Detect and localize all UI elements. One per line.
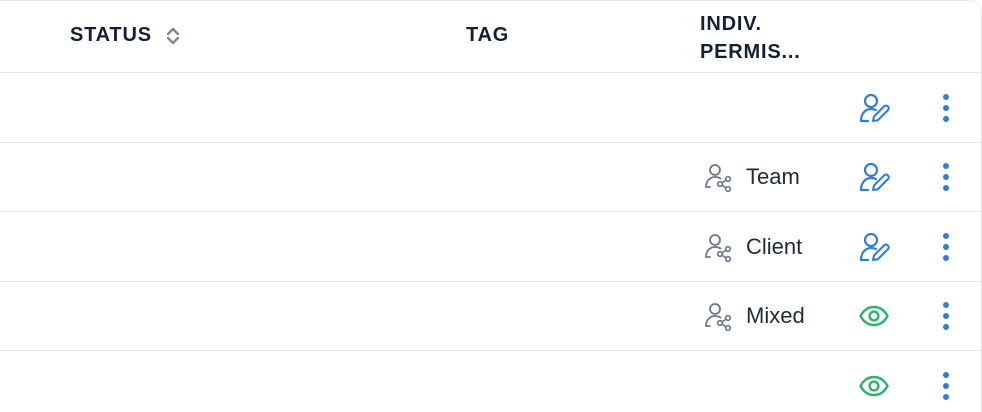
table-row: Mixed — [0, 281, 981, 351]
column-header-perm-line1: INDIV. — [700, 13, 762, 35]
more-vertical-icon[interactable] — [934, 161, 958, 193]
more-vertical-icon[interactable] — [934, 231, 958, 263]
permissions-table: STATUS TAG INDIV. PERMIS... Team Client … — [0, 0, 982, 412]
tag-label: Mixed — [746, 303, 805, 328]
column-header-individual-permissions: INDIV. PERMIS... — [700, 10, 801, 66]
table-row — [0, 351, 981, 412]
users-share-icon — [702, 162, 732, 192]
sort-icon[interactable] — [166, 25, 180, 47]
tag-cell: Client — [702, 212, 802, 282]
table-row — [0, 73, 981, 143]
user-edit-icon[interactable] — [858, 92, 890, 124]
more-vertical-icon[interactable] — [934, 300, 958, 332]
user-edit-icon[interactable] — [858, 231, 890, 263]
user-edit-icon[interactable] — [858, 161, 890, 193]
column-header-status[interactable]: STATUS — [70, 24, 180, 47]
table-header: STATUS TAG INDIV. PERMIS... — [0, 1, 981, 73]
column-header-tag: TAG — [466, 24, 510, 46]
users-share-icon — [702, 301, 732, 331]
more-vertical-icon[interactable] — [934, 370, 958, 402]
tag-cell: Team — [702, 142, 800, 212]
tag-cell: Mixed — [702, 281, 805, 351]
users-share-icon — [702, 232, 732, 262]
column-header-perm-line2: PERMIS... — [700, 41, 801, 63]
eye-icon[interactable] — [858, 300, 890, 332]
more-vertical-icon[interactable] — [934, 92, 958, 124]
eye-icon[interactable] — [858, 370, 890, 402]
table-row: Client — [0, 212, 981, 282]
table-row: Team — [0, 142, 981, 212]
column-header-status-label: STATUS — [70, 24, 152, 46]
tag-label: Team — [746, 164, 800, 189]
tag-label: Client — [746, 234, 803, 259]
